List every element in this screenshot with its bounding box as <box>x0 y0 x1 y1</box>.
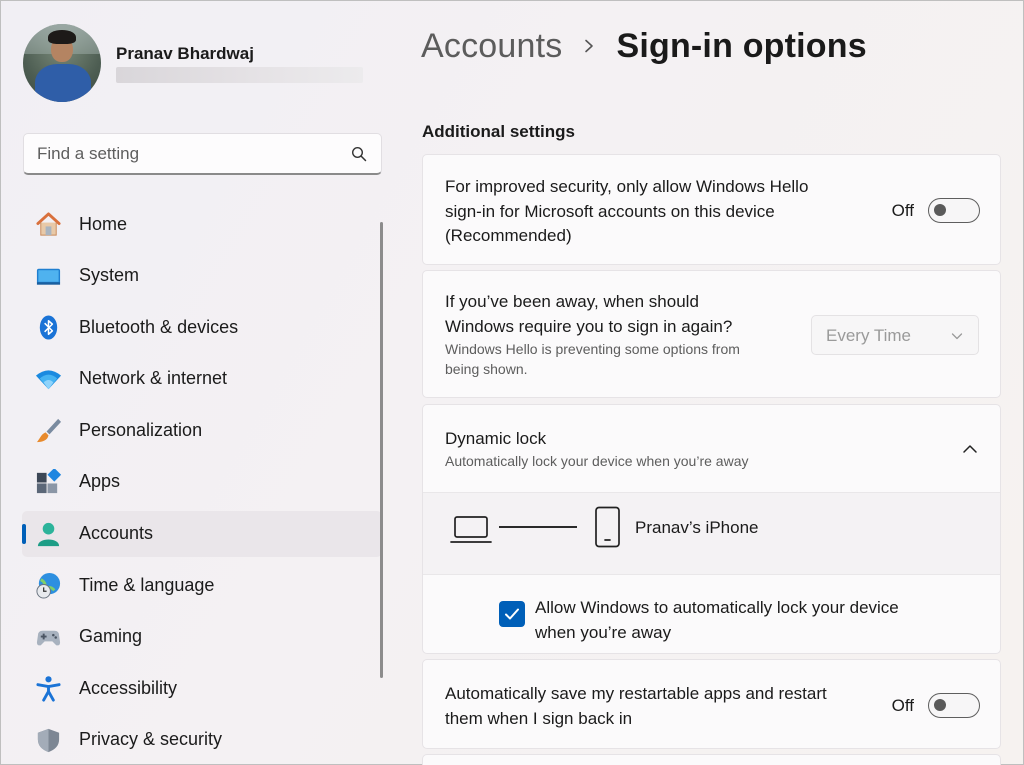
sidebar-item-gaming[interactable]: Gaming <box>22 614 382 660</box>
dynamic-lock-subtitle: Automatically lock your device when you’… <box>445 453 749 469</box>
dropdown-value: Every Time <box>826 326 912 345</box>
sidebar-item-accessibility[interactable]: Accessibility <box>22 665 382 711</box>
sidebar-item-time-language[interactable]: Time & language <box>22 562 382 608</box>
sidebar-item-apps[interactable]: Apps <box>22 459 382 505</box>
setting-description: sign-in for Microsoft accounts on this d… <box>445 201 775 221</box>
brush-icon <box>36 419 62 443</box>
sidebar-item-system[interactable]: System <box>22 253 382 299</box>
restart-apps-setting: Automatically save my restartable apps a… <box>422 659 1001 749</box>
selection-indicator <box>22 523 26 544</box>
search-icon[interactable] <box>351 146 367 162</box>
globe-clock-icon <box>36 573 61 599</box>
checkmark-icon <box>505 608 519 620</box>
windows-hello-only-toggle[interactable] <box>928 198 980 223</box>
laptop-icon <box>450 516 492 543</box>
dynamic-lock-checkbox-label[interactable]: Allow Windows to automatically lock your… <box>535 596 899 645</box>
user-profile[interactable]: Pranav Bhardwaj <box>23 24 383 102</box>
sidebar-item-label: Network & internet <box>79 368 228 389</box>
sidebar-item-label: Privacy & security <box>79 729 223 750</box>
home-icon <box>36 212 61 236</box>
sidebar-item-label: Apps <box>79 471 121 492</box>
page-title: Sign-in options <box>616 26 867 65</box>
toggle-state-label: Off <box>891 695 914 715</box>
toggle-state-label: Off <box>891 200 914 220</box>
setting-note: Windows Hello is preventing some options… <box>445 341 740 357</box>
sidebar-item-network[interactable]: Network & internet <box>22 356 382 402</box>
setting-note: being shown. <box>445 361 528 377</box>
setting-description: If you’ve been away, when should <box>445 292 699 311</box>
sidebar-item-label: Personalization <box>79 419 203 440</box>
sidebar-item-privacy[interactable]: Privacy & security <box>22 717 382 763</box>
section-title: Additional settings <box>422 122 575 141</box>
search-box[interactable] <box>23 133 382 175</box>
setting-description: Windows require you to sign in again? <box>445 316 733 336</box>
chevron-up-icon[interactable] <box>962 441 978 457</box>
avatar[interactable] <box>23 24 101 102</box>
windows-hello-only-setting: For improved security, only allow Window… <box>422 154 1001 265</box>
paired-device-name: Pranav’s iPhone <box>635 518 759 537</box>
dynamic-lock-checkbox[interactable] <box>499 601 525 627</box>
connection-line <box>499 526 577 528</box>
setting-description: (Recommended) <box>445 226 572 245</box>
dynamic-lock-title: Dynamic lock <box>445 429 547 448</box>
paired-device-row: Pranav’s iPhone <box>423 492 1000 575</box>
sidebar-item-home[interactable]: Home <box>22 201 382 247</box>
next-setting-card <box>422 754 1001 765</box>
apps-icon <box>36 468 62 494</box>
restart-apps-toggle[interactable] <box>928 693 980 718</box>
sidebar-item-label: System <box>79 265 140 286</box>
sidebar-item-personalization[interactable]: Personalization <box>22 407 382 453</box>
system-icon <box>36 268 61 285</box>
accessibility-icon <box>36 676 61 702</box>
sidebar-item-label: Accounts <box>79 523 154 544</box>
profile-email-redacted <box>116 67 363 83</box>
controller-icon <box>36 630 61 646</box>
bluetooth-icon <box>39 315 58 340</box>
sidebar-item-label: Time & language <box>79 574 215 595</box>
breadcrumb: Accounts Sign-in options <box>421 24 867 68</box>
phone-icon <box>595 506 620 548</box>
wifi-icon <box>35 370 62 389</box>
require-signin-dropdown[interactable]: Every Time <box>811 315 979 355</box>
sidebar-item-label: Gaming <box>79 626 143 647</box>
sidebar-item-label: Accessibility <box>79 677 178 698</box>
sidebar-item-accounts[interactable]: Accounts <box>22 510 382 557</box>
sidebar-nav: Home System Bluetooth & devices Network … <box>22 201 382 765</box>
sidebar-item-label: Bluetooth & devices <box>79 316 239 337</box>
setting-description: For improved security, only allow Window… <box>445 177 809 196</box>
shield-icon <box>37 728 60 753</box>
sidebar-scrollbar[interactable] <box>380 222 383 678</box>
search-input[interactable] <box>37 134 337 174</box>
setting-description: them when I sign back in <box>445 708 633 728</box>
dynamic-lock-expander: Dynamic lock Automatically lock your dev… <box>422 404 1001 654</box>
setting-description: Automatically save my restartable apps a… <box>445 684 827 703</box>
sidebar-item-label: Home <box>79 213 128 234</box>
person-icon <box>37 522 60 546</box>
sidebar-item-bluetooth[interactable]: Bluetooth & devices <box>22 304 382 350</box>
profile-name: Pranav Bhardwaj <box>116 44 254 63</box>
chevron-right-icon <box>585 39 594 53</box>
chevron-down-icon <box>951 333 963 340</box>
breadcrumb-parent-link[interactable]: Accounts <box>421 27 562 66</box>
require-signin-setting: If you’ve been away, when should Windows… <box>422 270 1001 398</box>
